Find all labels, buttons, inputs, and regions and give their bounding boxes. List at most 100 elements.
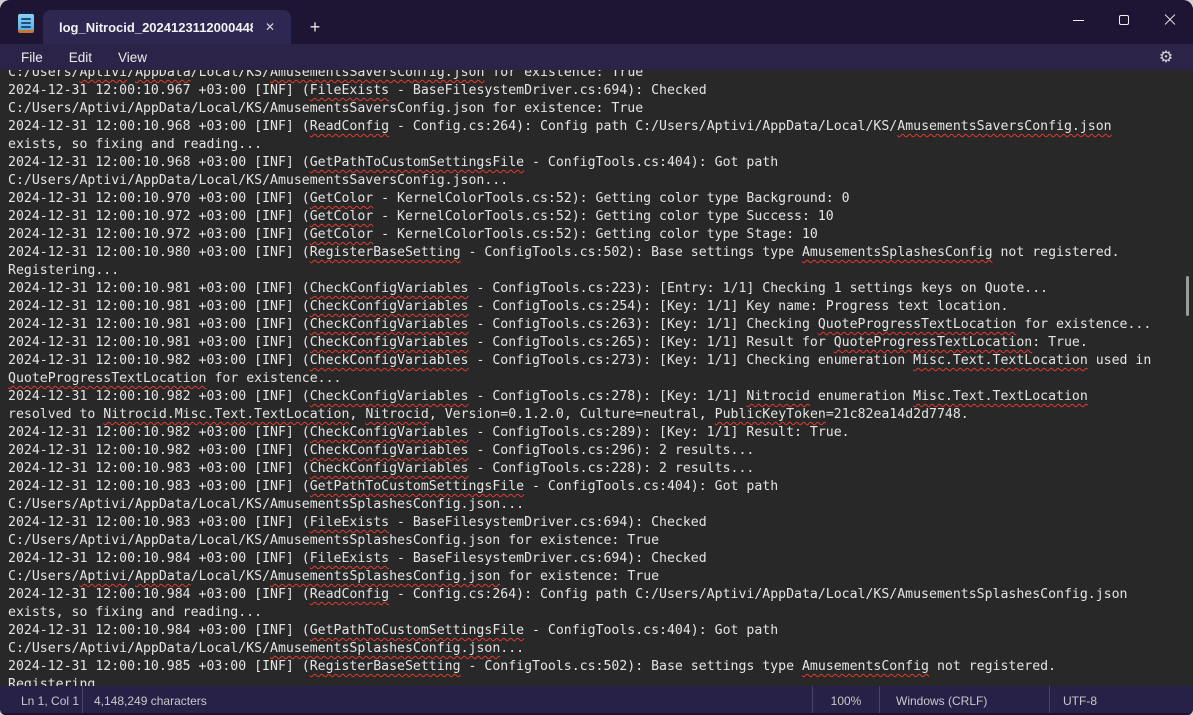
maximize-icon bbox=[1119, 15, 1129, 25]
log-line: C:/Users/Aptivi/AppData/Local/KS/Amuseme… bbox=[8, 70, 1193, 82]
log-line: 2024-12-31 12:00:10.983 +03:00 [INF] (Ge… bbox=[8, 478, 1193, 496]
misspelled-word: CheckConfigVariables bbox=[310, 299, 469, 314]
log-line: 2024-12-31 12:00:10.984 +03:00 [INF] (Fi… bbox=[8, 550, 1193, 568]
misspelled-word: AmusementsSplashesConfig.json bbox=[270, 641, 500, 656]
log-line: C:/Users/Aptivi/AppData/Local/KS/Amuseme… bbox=[8, 100, 1193, 118]
minimize-button[interactable] bbox=[1055, 0, 1101, 32]
misspelled-word: Nitrocid.Misc.Text.TextLocation bbox=[103, 407, 349, 422]
misspelled-word: AmusementsSaversConfig.json bbox=[897, 119, 1111, 134]
status-line-ending[interactable]: Windows (CRLF) bbox=[879, 686, 1049, 715]
log-line: exists, so fixing and reading... bbox=[8, 136, 1193, 154]
misspelled-word: AmusementsSaversConfig.json bbox=[270, 70, 484, 80]
tab-close-icon[interactable]: ✕ bbox=[259, 16, 281, 38]
misspelled-word: Misc.Text.TextLocation bbox=[913, 389, 1088, 404]
log-line: 2024-12-31 12:00:10.983 +03:00 [INF] (Ch… bbox=[8, 460, 1193, 478]
log-line: C:/Users/Aptivi/AppData/Local/KS/Amuseme… bbox=[8, 172, 1193, 190]
misspelled-word: AmusementsConfig bbox=[802, 659, 929, 674]
log-text-content: C:/Users/Aptivi/AppData/Local/KS/Amuseme… bbox=[0, 70, 1193, 686]
misspelled-word: CheckConfigVariables bbox=[310, 353, 469, 368]
tab-title: log_Nitrocid_202412311200044804 bbox=[59, 20, 253, 35]
log-line: 2024-12-31 12:00:10.972 +03:00 [INF] (Ge… bbox=[8, 226, 1193, 244]
misspelled-word: CheckConfigVariables bbox=[310, 281, 469, 296]
misspelled-word: GetPathToCustomSettingsFile bbox=[310, 479, 524, 494]
log-line: 2024-12-31 12:00:10.970 +03:00 [INF] (Ge… bbox=[8, 190, 1193, 208]
log-line: 2024-12-31 12:00:10.981 +03:00 [INF] (Ch… bbox=[8, 298, 1193, 316]
misspelled-word: ReadConfig bbox=[310, 587, 389, 602]
settings-gear-icon[interactable]: ⚙ bbox=[1151, 45, 1181, 69]
misspelled-word: Nitrocid bbox=[365, 407, 429, 422]
log-line: 2024-12-31 12:00:10.968 +03:00 [INF] (Ge… bbox=[8, 154, 1193, 172]
misspelled-word: Aptivi bbox=[79, 569, 127, 584]
minimize-icon bbox=[1073, 20, 1084, 21]
log-line: C:/Users/Aptivi/AppData/Local/KS/Amuseme… bbox=[8, 532, 1193, 550]
scrollbar-thumb[interactable] bbox=[1186, 276, 1189, 316]
notepad-app-icon bbox=[16, 11, 36, 33]
text-editor-area[interactable]: C:/Users/Aptivi/AppData/Local/KS/Amuseme… bbox=[0, 70, 1193, 686]
misspelled-word: QuoteProgressTextLocation bbox=[818, 317, 1017, 332]
misspelled-word: GetColor bbox=[310, 191, 374, 206]
notepad-window: log_Nitrocid_202412311200044804 ✕ + File… bbox=[0, 0, 1193, 715]
misspelled-word: QuoteProgressTextLocation bbox=[8, 371, 207, 386]
misspelled-word: CheckConfigVariables bbox=[310, 317, 469, 332]
misspelled-word: CheckConfigVariables bbox=[310, 389, 469, 404]
log-line: 2024-12-31 12:00:10.984 +03:00 [INF] (Ge… bbox=[8, 622, 1193, 640]
status-zoom-level[interactable]: 100% bbox=[812, 686, 879, 715]
close-icon bbox=[1164, 14, 1176, 26]
log-line: 2024-12-31 12:00:10.985 +03:00 [INF] (Re… bbox=[8, 658, 1193, 676]
log-line: 2024-12-31 12:00:10.981 +03:00 [INF] (Ch… bbox=[8, 280, 1193, 298]
maximize-button[interactable] bbox=[1101, 0, 1147, 32]
tab-log-file[interactable]: log_Nitrocid_202412311200044804 ✕ bbox=[43, 10, 291, 44]
misspelled-word: FileExists bbox=[310, 515, 389, 530]
misspelled-word: CheckConfigVariables bbox=[310, 443, 469, 458]
log-line: 2024-12-31 12:00:10.982 +03:00 [INF] (Ch… bbox=[8, 388, 1193, 406]
log-line: C:/Users/Aptivi/AppData/Local/KS/Amuseme… bbox=[8, 496, 1193, 514]
log-line: C:/Users/Aptivi/AppData/Local/KS/Amuseme… bbox=[8, 640, 1193, 658]
menu-file[interactable]: File bbox=[15, 47, 49, 68]
misspelled-word: AppData bbox=[135, 569, 191, 584]
log-line: resolved to Nitrocid.Misc.Text.TextLocat… bbox=[8, 406, 1193, 424]
statusbar: Ln 1, Col 1 4,148,249 characters 100% Wi… bbox=[0, 686, 1193, 715]
window-controls bbox=[1055, 0, 1193, 32]
misspelled-word: Nitrocid bbox=[746, 389, 810, 404]
menu-edit[interactable]: Edit bbox=[63, 47, 98, 68]
log-line: 2024-12-31 12:00:10.984 +03:00 [INF] (Re… bbox=[8, 586, 1193, 604]
misspelled-word: Misc.Text.TextLocation bbox=[913, 353, 1088, 368]
log-line: 2024-12-31 12:00:10.972 +03:00 [INF] (Ge… bbox=[8, 208, 1193, 226]
log-line: C:/Users/Aptivi/AppData/Local/KS/Amuseme… bbox=[8, 568, 1193, 586]
misspelled-word: GetPathToCustomSettingsFile bbox=[310, 623, 524, 638]
log-line: QuoteProgressTextLocation for existence.… bbox=[8, 370, 1193, 388]
misspelled-word: PublicKeyToken bbox=[715, 407, 826, 422]
misspelled-word: AppData bbox=[135, 70, 191, 80]
status-encoding[interactable]: UTF-8 bbox=[1049, 686, 1193, 715]
log-line: 2024-12-31 12:00:10.982 +03:00 [INF] (Ch… bbox=[8, 352, 1193, 370]
misspelled-word: GetColor bbox=[310, 209, 374, 224]
status-line-col: Ln 1, Col 1 bbox=[0, 686, 82, 715]
misspelled-word: Aptivi bbox=[79, 70, 127, 80]
log-line: Registering... bbox=[8, 676, 1193, 686]
misspelled-word: GetColor bbox=[310, 227, 374, 242]
misspelled-word: AmusementsSplashesConfig bbox=[802, 245, 993, 260]
misspelled-word: RegisterBaseSetting bbox=[310, 659, 461, 674]
misspelled-word: CheckConfigVariables bbox=[310, 461, 469, 476]
misspelled-word: FileExists bbox=[310, 83, 389, 98]
misspelled-word: AmusementsSplashesConfig.json bbox=[270, 569, 500, 584]
new-tab-button[interactable]: + bbox=[302, 14, 328, 40]
notepad-icon-page bbox=[18, 14, 34, 31]
log-line: Registering... bbox=[8, 262, 1193, 280]
menubar: File Edit View ⚙ bbox=[0, 44, 1193, 70]
misspelled-word: ReadConfig bbox=[310, 119, 389, 134]
log-line: 2024-12-31 12:00:10.981 +03:00 [INF] (Ch… bbox=[8, 316, 1193, 334]
log-line: 2024-12-31 12:00:10.983 +03:00 [INF] (Fi… bbox=[8, 514, 1193, 532]
close-button[interactable] bbox=[1147, 0, 1193, 32]
status-char-count: 4,148,249 characters bbox=[82, 686, 207, 715]
log-line: 2024-12-31 12:00:10.968 +03:00 [INF] (Re… bbox=[8, 118, 1193, 136]
misspelled-word: CheckConfigVariables bbox=[310, 335, 469, 350]
misspelled-word: GetPathToCustomSettingsFile bbox=[310, 155, 524, 170]
menu-view[interactable]: View bbox=[112, 47, 153, 68]
vertical-scrollbar[interactable] bbox=[1181, 70, 1193, 686]
misspelled-word: QuoteProgressTextLocation bbox=[834, 335, 1033, 350]
log-line: 2024-12-31 12:00:10.982 +03:00 [INF] (Ch… bbox=[8, 424, 1193, 442]
misspelled-word: RegisterBaseSetting bbox=[310, 245, 461, 260]
misspelled-word: CheckConfigVariables bbox=[310, 425, 469, 440]
log-line: 2024-12-31 12:00:10.967 +03:00 [INF] (Fi… bbox=[8, 82, 1193, 100]
